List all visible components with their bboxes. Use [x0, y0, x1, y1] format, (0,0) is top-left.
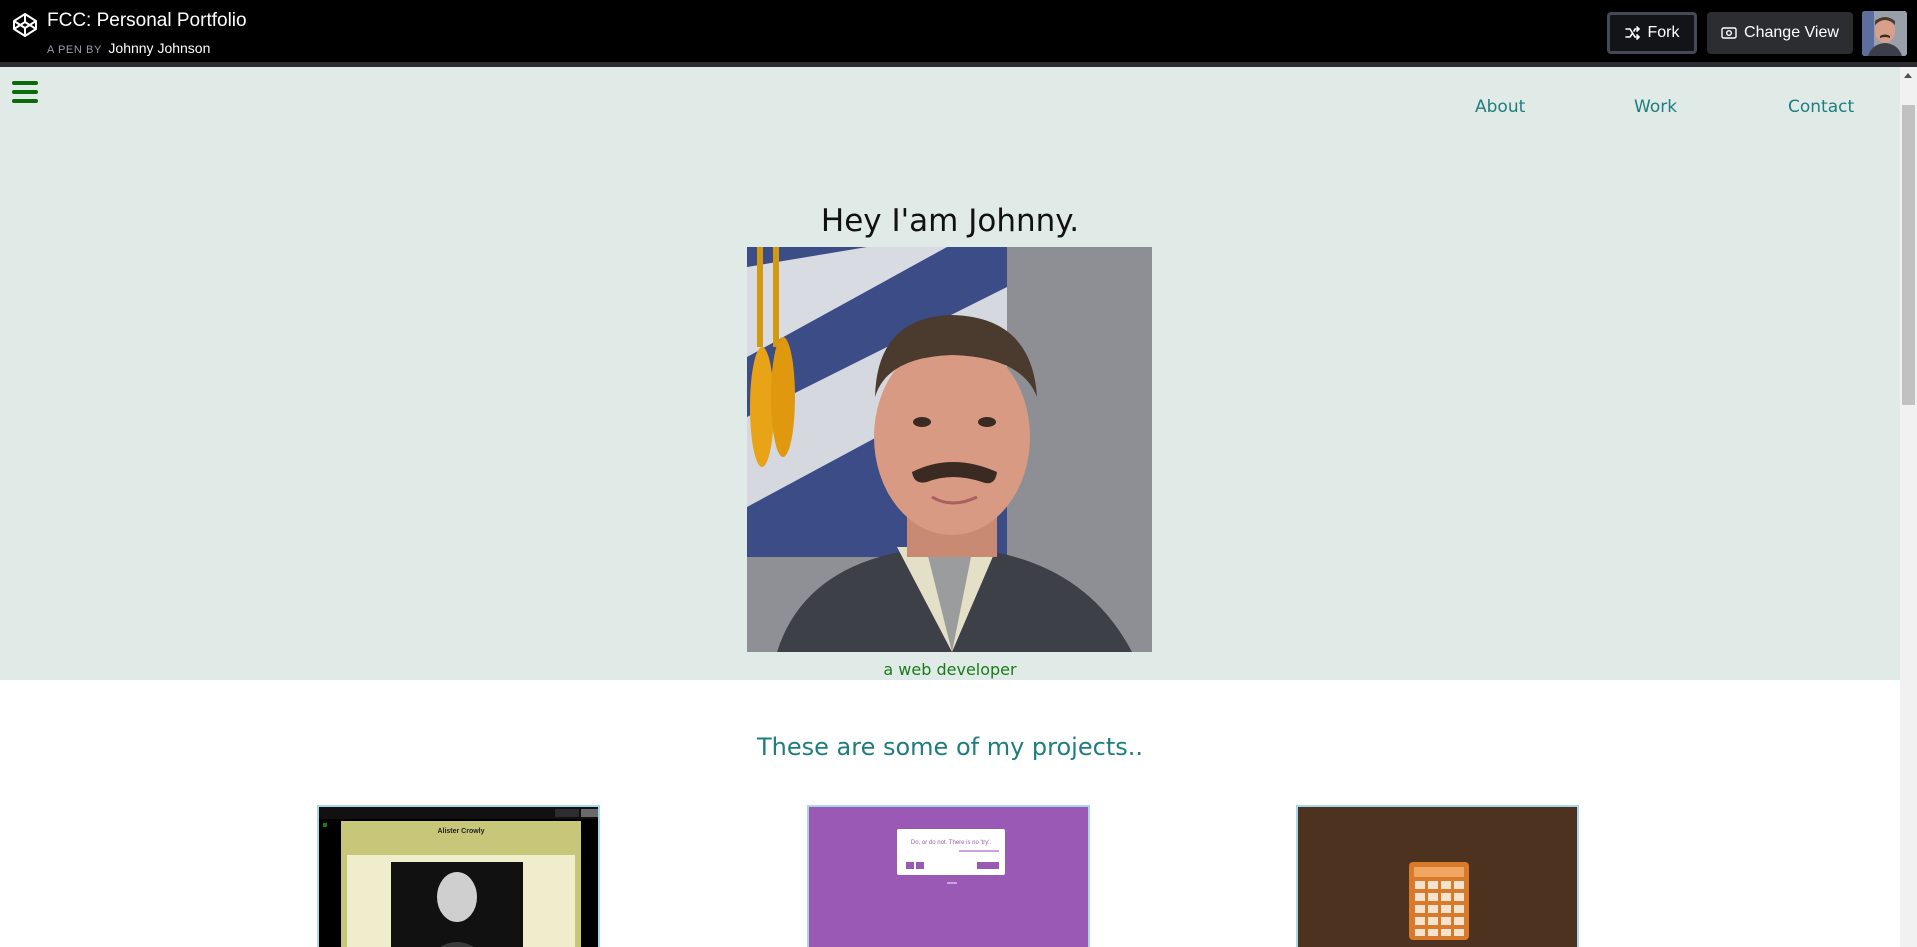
- fork-button[interactable]: Fork: [1607, 12, 1697, 54]
- pen-byline: A PEN BY Johnny Johnson: [47, 40, 210, 56]
- fork-label: Fork: [1647, 24, 1680, 41]
- change-view-label: Change View: [1744, 24, 1839, 41]
- pen-preview: About Work Contact Hey I'am Johnny. a we…: [0, 67, 1900, 947]
- hamburger-icon[interactable]: [12, 81, 38, 103]
- nav-link-contact[interactable]: Contact: [1788, 97, 1854, 117]
- change-view-button[interactable]: Change View: [1707, 12, 1853, 54]
- fork-icon: [1624, 26, 1640, 40]
- calculator-icon: [1298, 807, 1577, 947]
- profile-photo: [747, 247, 1152, 652]
- project-card-quote[interactable]: Do, or do not. There is no 'try'.: [807, 805, 1090, 947]
- hero-section: About Work Contact Hey I'am Johnny. a we…: [0, 67, 1900, 680]
- hero-title: Hey I'am Johnny.: [820, 203, 1080, 239]
- author-link[interactable]: Johnny Johnson: [108, 40, 210, 56]
- nav-link-about[interactable]: About: [1475, 97, 1525, 117]
- project-thumbnail-quote: Do, or do not. There is no 'try'.: [809, 807, 1088, 947]
- profile-photo-image: [747, 247, 1152, 652]
- scrollbar-thumb[interactable]: [1902, 105, 1915, 405]
- project-thumbnail-tribute: Alister Crowly: [319, 807, 598, 947]
- byline-label: A PEN BY: [47, 44, 102, 56]
- thumb-quote: Do, or do not. There is no 'try'.: [911, 840, 992, 846]
- avatar-image: [1862, 11, 1907, 56]
- user-avatar[interactable]: [1862, 11, 1907, 56]
- nav-link-work[interactable]: Work: [1634, 97, 1677, 117]
- vertical-scrollbar[interactable]: [1900, 67, 1917, 947]
- project-card-calculator[interactable]: [1296, 805, 1579, 947]
- projects-heading: These are some of my projects..: [757, 733, 1143, 761]
- scroll-up-arrow-icon[interactable]: [1904, 73, 1912, 78]
- project-card-tribute[interactable]: Alister Crowly: [317, 805, 600, 947]
- thumb-title: Alister Crowly: [437, 828, 484, 835]
- codepen-logo-icon[interactable]: [12, 12, 38, 38]
- pen-title: FCC: Personal Portfolio: [47, 10, 247, 31]
- change-view-icon: [1721, 27, 1737, 39]
- hero-subtitle: a web developer: [883, 660, 1017, 679]
- codepen-header: FCC: Personal Portfolio A PEN BY Johnny …: [0, 0, 1917, 67]
